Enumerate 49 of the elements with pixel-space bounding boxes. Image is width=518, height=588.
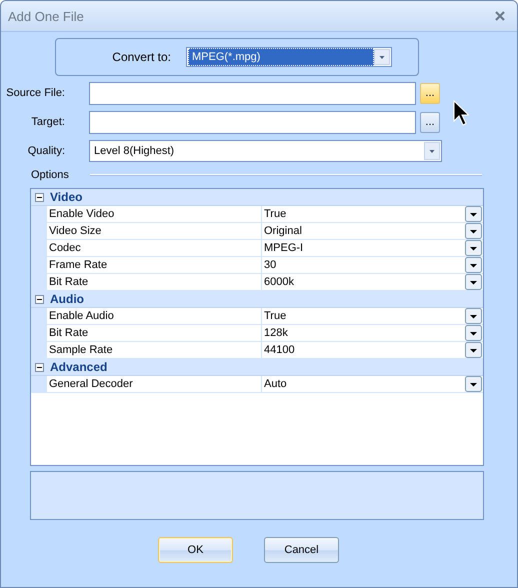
property-value[interactable]: Auto	[262, 378, 465, 390]
dropdown-icon[interactable]	[465, 206, 482, 222]
dropdown-icon[interactable]	[465, 257, 482, 273]
property-value[interactable]: True	[262, 208, 465, 220]
browse-button[interactable]: ...	[420, 82, 440, 104]
dropdown-icon[interactable]	[465, 274, 482, 290]
dropdown-icon[interactable]	[465, 376, 482, 392]
dropdown-icon[interactable]	[465, 325, 482, 341]
quality-label: Quality:	[26, 145, 66, 157]
field-label: Target:	[30, 116, 66, 128]
dropdown-icon[interactable]	[465, 342, 482, 358]
property-value[interactable]: True	[262, 310, 465, 322]
format-dropdown[interactable]: MPEG(*.mpg)	[186, 47, 392, 67]
property-name: Bit Rate	[47, 325, 262, 341]
field-label: Source File:	[5, 87, 66, 99]
property-name: Enable Audio	[47, 308, 262, 324]
property-value[interactable]: 30	[262, 259, 465, 271]
quality-dropdown[interactable]: Level 8(Highest)	[89, 140, 442, 162]
property-name: General Decoder	[47, 376, 262, 392]
dropdown-icon[interactable]	[465, 240, 482, 256]
window-title: Add One File	[8, 8, 84, 24]
property-value[interactable]: Original	[262, 225, 465, 237]
property-value[interactable]: 44100	[262, 344, 465, 356]
property-name: Sample Rate	[47, 342, 262, 358]
cursor-icon	[453, 100, 469, 126]
cancel-button[interactable]: Cancel	[264, 537, 339, 563]
category-heading: Audio	[50, 292, 84, 306]
property-name: Enable Video	[47, 206, 262, 222]
category-heading: Video	[50, 190, 82, 204]
category-heading: Advanced	[50, 360, 108, 374]
property-name: Bit Rate	[47, 274, 262, 290]
ok-button[interactable]: OK	[158, 537, 233, 563]
dropdown-icon[interactable]	[465, 223, 482, 239]
property-name: Codec	[47, 240, 262, 256]
collapse-icon[interactable]	[35, 362, 44, 372]
path-field[interactable]	[89, 110, 416, 134]
property-value[interactable]: 128k	[262, 327, 465, 339]
browse-button[interactable]: ...	[420, 112, 440, 132]
property-value[interactable]: MPEG-I	[262, 242, 465, 254]
options-label: Options	[31, 169, 69, 181]
convert-label: Convert to:	[111, 50, 172, 64]
property-value[interactable]: 6000k	[262, 276, 465, 288]
collapse-icon[interactable]	[35, 192, 44, 202]
property-name: Frame Rate	[47, 257, 262, 273]
dropdown-icon[interactable]	[465, 308, 482, 324]
collapse-icon[interactable]	[35, 294, 44, 304]
close-icon[interactable]	[495, 11, 505, 21]
property-name: Video Size	[47, 223, 262, 239]
path-field[interactable]	[89, 82, 416, 104]
